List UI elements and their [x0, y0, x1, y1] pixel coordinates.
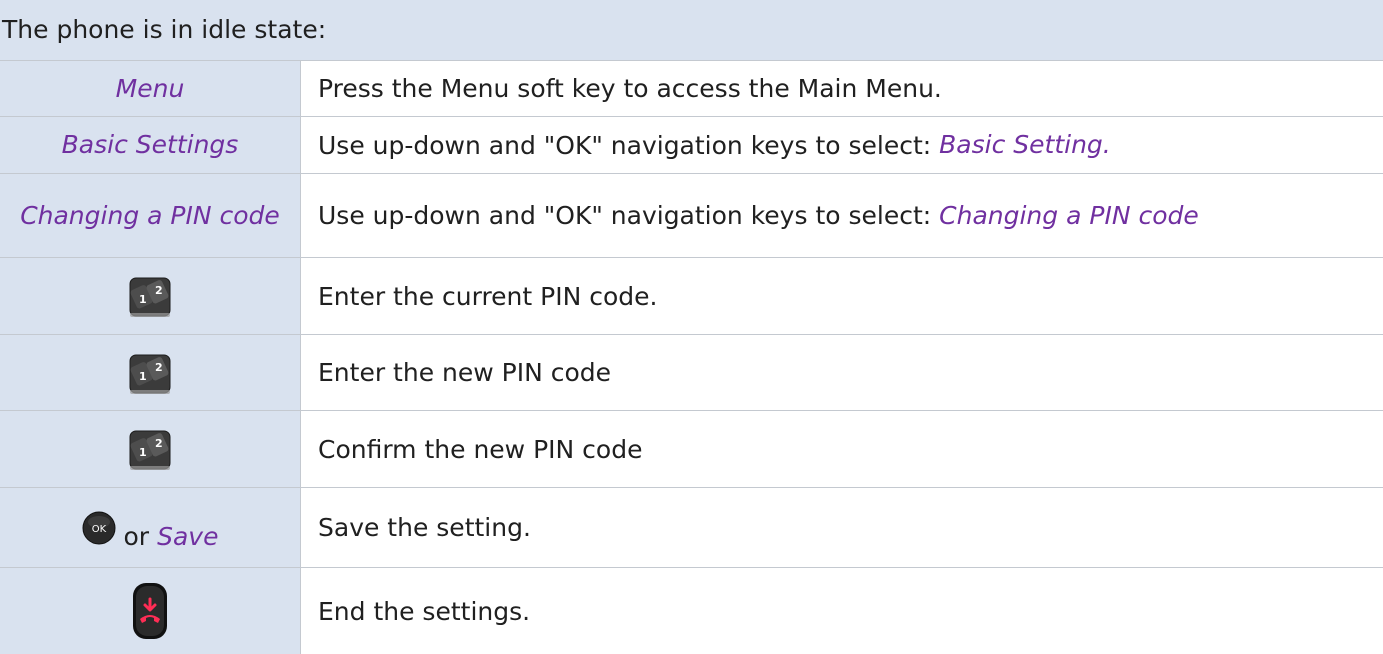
- keypad-icon: 1 2: [129, 354, 171, 394]
- keypad-icon: 1 2: [129, 277, 171, 317]
- step-description-cell: Enter the current PIN code.: [301, 258, 1383, 334]
- changing-pin-softkey[interactable]: Changing a PIN code: [20, 199, 280, 233]
- table-row: Menu Press the Menu soft key to access t…: [0, 60, 1383, 116]
- step-description: Confirm the new PIN code: [318, 434, 643, 464]
- svg-text:2: 2: [155, 284, 163, 297]
- step-key-cell: Basic Settings: [0, 117, 301, 173]
- end-call-key-icon[interactable]: [132, 581, 168, 641]
- step-description: End the settings.: [318, 596, 531, 626]
- step-description: Enter the current PIN code.: [318, 281, 658, 311]
- step-description-cell: Press the Menu soft key to access the Ma…: [301, 61, 1383, 116]
- ok-key-icon[interactable]: OK: [82, 511, 116, 545]
- basic-settings-softkey[interactable]: Basic Settings: [62, 128, 239, 162]
- step-key-cell: Changing a PIN code: [0, 174, 301, 257]
- keypad-icon: 1 2: [129, 430, 171, 470]
- ok-or-save-group: OK or Save: [82, 502, 218, 554]
- step-description-cell: Use up-down and "OK" navigation keys to …: [301, 117, 1383, 173]
- step-description: Enter the new PIN code: [318, 358, 612, 387]
- step-description: Press the Menu soft key to access the Ma…: [318, 74, 942, 103]
- step-key-cell: 1 2: [0, 411, 301, 487]
- step-description-cell: End the settings.: [301, 568, 1383, 654]
- svg-text:2: 2: [155, 361, 163, 374]
- step-description: Save the setting.: [318, 513, 531, 542]
- step-highlight: Changing a PIN code: [939, 200, 1199, 230]
- step-key-cell: Menu: [0, 61, 301, 116]
- table-row: 1 2 Enter the new PIN code: [0, 334, 1383, 410]
- table-row: 1 2 Enter the current PIN code.: [0, 257, 1383, 334]
- step-key-cell: 1 2: [0, 335, 301, 410]
- table-row: Basic Settings Use up-down and "OK" navi…: [0, 116, 1383, 173]
- header-title: The phone is in idle state:: [2, 15, 327, 44]
- procedure-table: The phone is in idle state: Menu Press t…: [0, 0, 1383, 654]
- step-description-cell: Use up-down and "OK" navigation keys to …: [301, 174, 1383, 257]
- table-row: Changing a PIN code Use up-down and "OK"…: [0, 173, 1383, 257]
- step-description: Use up-down and "OK" navigation keys to …: [318, 130, 940, 160]
- table-row: 1 2 Confirm the new PIN code: [0, 410, 1383, 487]
- save-softkey[interactable]: Save: [157, 520, 218, 554]
- svg-text:1: 1: [139, 370, 147, 383]
- or-text: or: [123, 522, 150, 551]
- svg-text:1: 1: [139, 293, 147, 306]
- step-key-cell: 1 2: [0, 258, 301, 334]
- step-key-cell: [0, 568, 301, 654]
- ok-key-label: OK: [91, 524, 106, 535]
- svg-text:2: 2: [155, 437, 163, 450]
- step-highlight: Basic Setting.: [939, 130, 1111, 159]
- table-row: End the settings.: [0, 567, 1383, 654]
- step-description-cell: Confirm the new PIN code: [301, 411, 1383, 487]
- step-key-cell: OK or Save: [0, 488, 301, 567]
- table-row: OK or Save Save the setting.: [0, 487, 1383, 567]
- menu-softkey[interactable]: Menu: [116, 72, 185, 106]
- step-description: Use up-down and "OK" navigation keys to …: [318, 201, 940, 230]
- step-description-cell: Enter the new PIN code: [301, 335, 1383, 410]
- svg-text:1: 1: [139, 446, 147, 459]
- table-header: The phone is in idle state:: [0, 0, 1383, 60]
- step-description-cell: Save the setting.: [301, 488, 1383, 567]
